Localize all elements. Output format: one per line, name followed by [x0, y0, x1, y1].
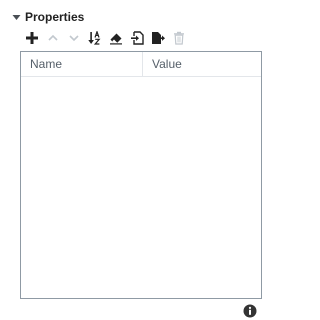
- eraser-icon: [110, 33, 122, 45]
- table-body[interactable]: [21, 77, 261, 299]
- info-icon[interactable]: [243, 304, 257, 318]
- clear-button[interactable]: [106, 28, 126, 48]
- move-up-button[interactable]: [43, 28, 63, 48]
- section-title: Properties: [25, 10, 85, 24]
- properties-panel: Properties Name Value: [0, 0, 270, 320]
- export-button[interactable]: [148, 28, 168, 48]
- table-header: Name Value: [21, 52, 261, 77]
- delete-button[interactable]: [169, 28, 189, 48]
- properties-toolbar: [22, 28, 190, 48]
- properties-table[interactable]: Name Value: [20, 51, 262, 299]
- plus-icon: [26, 32, 38, 44]
- sort-button[interactable]: [85, 28, 105, 48]
- move-down-button[interactable]: [64, 28, 84, 48]
- sort-az-icon: [88, 31, 101, 45]
- column-header-value[interactable]: Value: [143, 52, 261, 76]
- caret-down-icon[interactable]: [11, 12, 21, 22]
- import-button[interactable]: [127, 28, 147, 48]
- column-header-name[interactable]: Name: [21, 52, 143, 76]
- trash-icon: [174, 31, 184, 45]
- export-icon: [151, 32, 165, 44]
- import-icon: [131, 31, 144, 45]
- chevron-up-icon: [48, 34, 58, 41]
- properties-section-header[interactable]: Properties: [11, 8, 84, 26]
- add-property-button[interactable]: [22, 28, 42, 48]
- chevron-down-icon: [69, 35, 79, 42]
